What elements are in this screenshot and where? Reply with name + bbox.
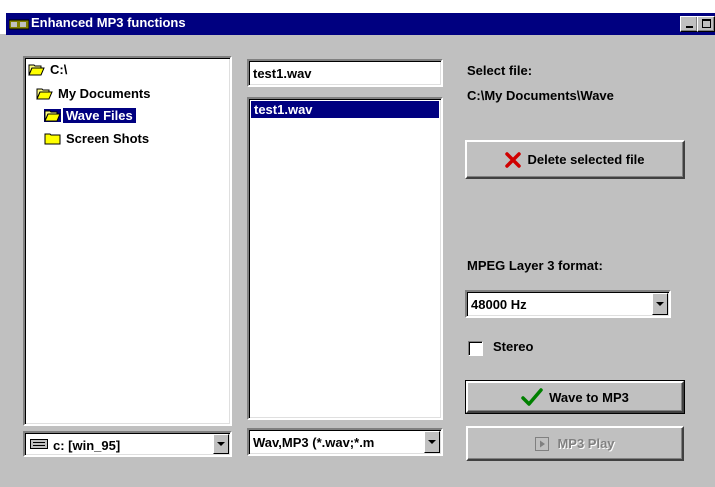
file-type-combo-value: Wav,MP3 (*.wav;*.m: [253, 435, 375, 450]
tree-item-label: C:\: [50, 61, 68, 77]
file-list-item-label: test1.wav: [254, 102, 313, 117]
file-list-item[interactable]: test1.wav: [251, 101, 439, 118]
delete-file-button[interactable]: Delete selected file: [465, 140, 685, 179]
mp3-play-button[interactable]: MP3 Play: [466, 426, 684, 461]
chevron-down-icon: [656, 302, 664, 306]
minimize-icon: [685, 26, 693, 28]
play-icon: [535, 436, 550, 451]
file-type-combo[interactable]: Wav,MP3 (*.wav;*.m: [247, 428, 443, 456]
open-folder-icon: [44, 108, 61, 122]
sample-rate-combo[interactable]: 48000 Hz: [465, 290, 671, 318]
app-window: Enhanced MP3 functions C:\ My Documents …: [0, 0, 715, 487]
mp3-play-button-label: MP3 Play: [557, 436, 615, 451]
sample-rate-value: 48000 Hz: [471, 297, 527, 312]
app-icon: [9, 19, 29, 30]
sample-rate-dropdown-button[interactable]: [652, 293, 668, 315]
tree-item-label: Screen Shots: [66, 130, 150, 146]
window-title: Enhanced MP3 functions: [31, 15, 186, 30]
maximize-button[interactable]: [697, 16, 715, 32]
drive-combo-value: c: [win_95]: [53, 438, 121, 453]
maximize-icon: [701, 19, 711, 28]
stereo-checkbox[interactable]: [468, 341, 483, 356]
directory-tree[interactable]: C:\ My Documents Wave Files Screen Shots: [23, 56, 232, 426]
wave-to-mp3-button[interactable]: Wave to MP3: [465, 380, 685, 414]
file-list[interactable]: test1.wav: [247, 97, 443, 420]
drive-icon: [30, 439, 48, 449]
filename-input[interactable]: test1.wav: [247, 59, 443, 87]
drive-combo-dropdown-button[interactable]: [213, 434, 229, 454]
tree-item-screen-shots[interactable]: Screen Shots: [44, 129, 152, 147]
tree-item-root[interactable]: C:\: [28, 60, 70, 78]
drive-combo[interactable]: c: [win_95]: [23, 431, 232, 457]
filename-input-value: test1.wav: [253, 66, 312, 81]
tree-item-wave-files[interactable]: Wave Files: [44, 106, 136, 124]
chevron-down-icon: [217, 442, 225, 446]
stereo-label[interactable]: Stereo: [493, 339, 533, 354]
tree-item-my-documents[interactable]: My Documents: [36, 84, 153, 102]
tree-item-label: Wave Files: [63, 107, 136, 123]
selected-path: C:\My Documents\Wave: [467, 88, 614, 103]
chevron-down-icon: [428, 440, 436, 444]
folder-icon: [44, 133, 61, 144]
minimize-button[interactable]: [680, 16, 698, 32]
tree-item-label: My Documents: [58, 85, 151, 101]
open-folder-icon: [28, 64, 45, 75]
file-type-combo-dropdown-button[interactable]: [424, 431, 440, 453]
wave-to-mp3-button-label: Wave to MP3: [549, 389, 629, 405]
checkmark-icon: [521, 388, 543, 406]
select-file-heading: Select file:: [467, 63, 533, 78]
format-heading: MPEG Layer 3 format:: [467, 258, 603, 273]
delete-file-button-label: Delete selected file: [527, 152, 645, 167]
title-bar: Enhanced MP3 functions: [0, 0, 715, 35]
open-folder-icon: [36, 88, 53, 99]
delete-x-icon: [505, 151, 522, 168]
